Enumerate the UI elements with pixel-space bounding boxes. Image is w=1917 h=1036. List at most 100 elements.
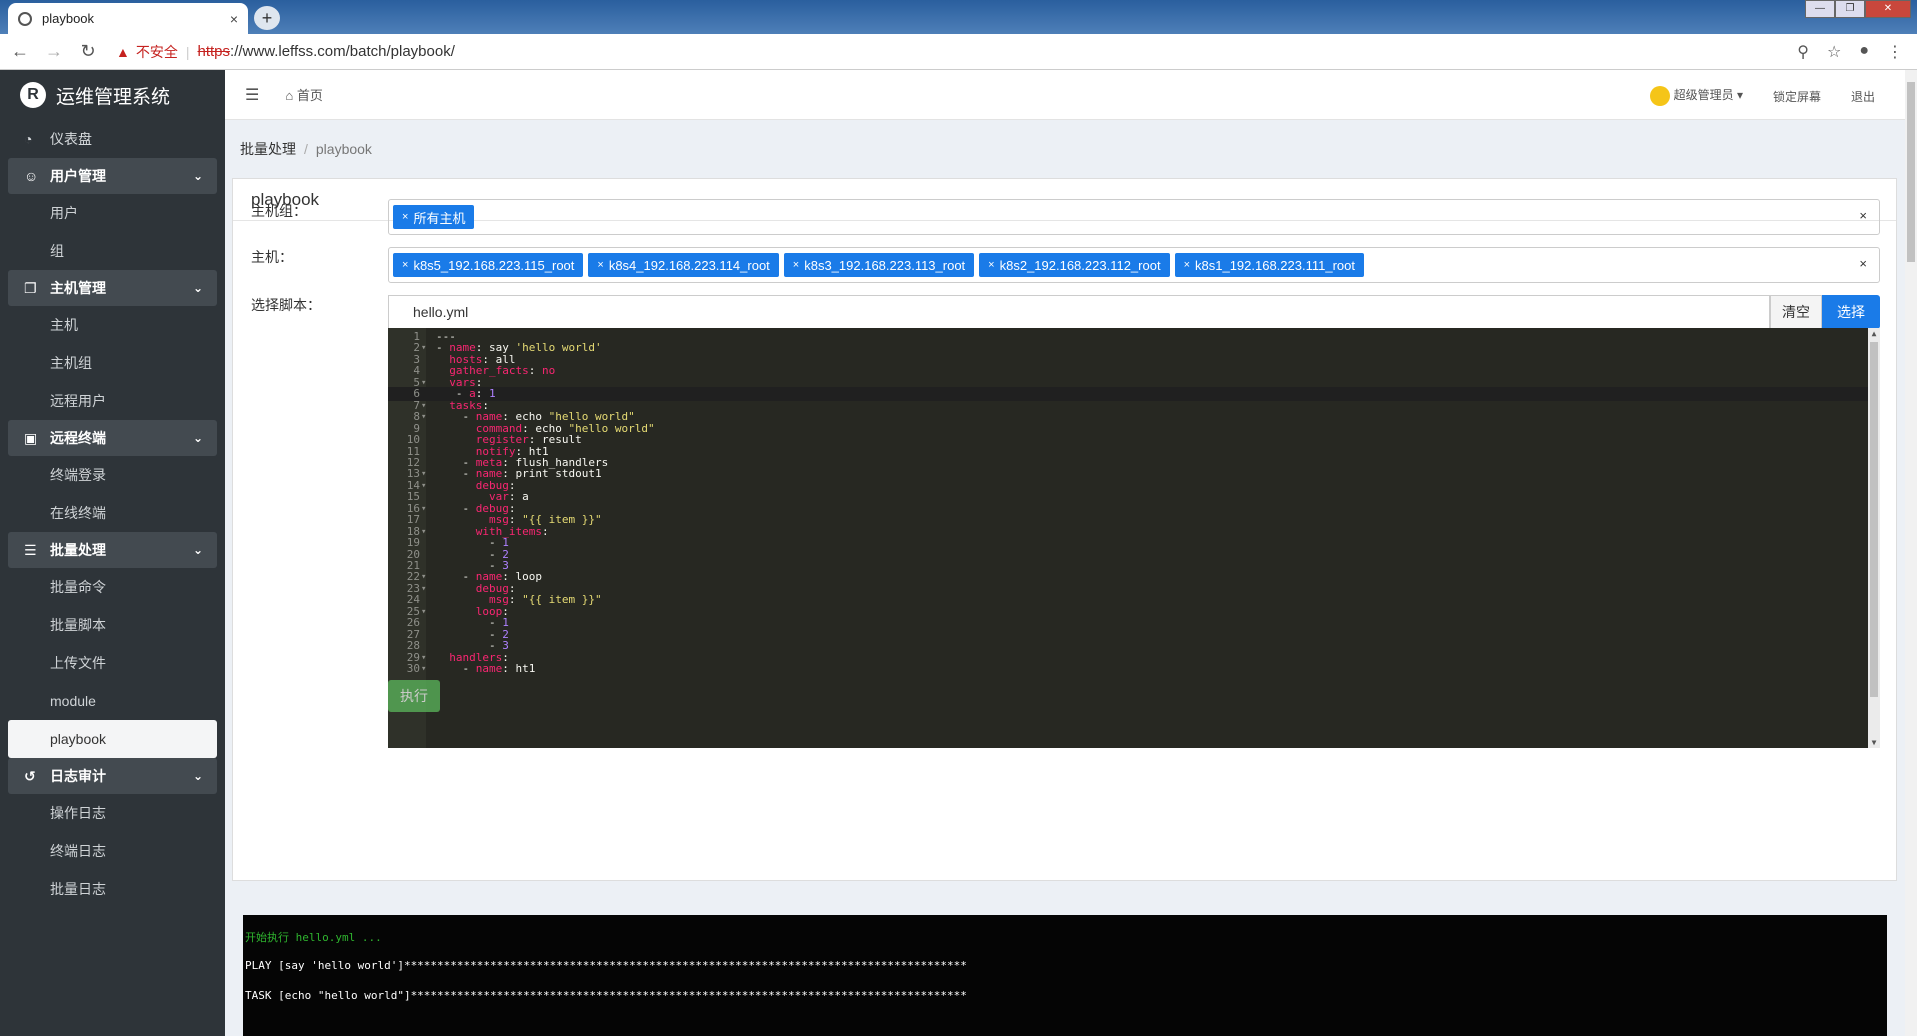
more-icon[interactable]: ⋮ bbox=[1887, 42, 1903, 62]
host-select[interactable]: × k8s5_192.168.223.115_root × k8s4_192.168.… bbox=[388, 247, 1880, 283]
sidebar-subitem-14[interactable]: 上传文件 bbox=[0, 644, 225, 682]
hostgroup-clear-icon[interactable]: × bbox=[1859, 208, 1867, 223]
host-chip[interactable]: × k8s1_192.168.223.111_root bbox=[1174, 253, 1364, 277]
copy-icon: ❐ bbox=[24, 279, 37, 296]
breadcrumb: 批量处理 / playbook bbox=[240, 139, 372, 159]
sidebar-group-17[interactable]: ↺ 日志审计 ⌄ bbox=[8, 758, 217, 794]
script-input[interactable]: hello.yml bbox=[388, 295, 1770, 329]
sidebar-group-8[interactable]: ▣ 远程终端 ⌄ bbox=[8, 420, 217, 456]
window-close-icon[interactable]: ✕ bbox=[1865, 0, 1911, 18]
back-arrow-icon[interactable]: ← bbox=[6, 41, 34, 62]
sidebar-subitem-6[interactable]: 主机组 bbox=[0, 344, 225, 382]
url-separator: | bbox=[185, 43, 190, 60]
fold-arrow-icon[interactable]: ▾ bbox=[421, 662, 426, 676]
sidebar-subitem-label: playbook bbox=[50, 731, 107, 747]
code-token: name bbox=[475, 662, 503, 676]
host-chip[interactable]: × k8s5_192.168.223.115_root bbox=[393, 253, 584, 277]
warning-icon: ▲ bbox=[116, 43, 130, 60]
forward-arrow-icon[interactable]: → bbox=[40, 41, 68, 62]
sidebar-subitem-5[interactable]: 主机 bbox=[0, 306, 225, 344]
sidebar-subitem-label: 组 bbox=[50, 243, 64, 259]
host-chip[interactable]: × k8s3_192.168.223.113_root bbox=[783, 253, 975, 277]
code-line[interactable]: 30 ▾ - name: ht1 bbox=[388, 662, 1868, 676]
chip-remove-icon[interactable]: × bbox=[988, 259, 994, 271]
sidebar-item-label: 仪表盘 bbox=[50, 131, 92, 147]
code-token: : ht1 bbox=[502, 662, 536, 676]
user-menu[interactable]: 超级管理员 ▾ bbox=[1649, 86, 1743, 106]
execute-button[interactable]: 执行 bbox=[388, 680, 440, 712]
editor-scrollbar-thumb[interactable] bbox=[1870, 342, 1878, 697]
url-path: ://www.leffss.com/batch/playbook/ bbox=[230, 43, 455, 60]
home-icon: ⌂ bbox=[285, 88, 294, 103]
chevron-down-icon: ⌄ bbox=[192, 169, 203, 183]
sidebar-subitem-3[interactable]: 组 bbox=[0, 232, 225, 270]
chip-remove-icon[interactable]: × bbox=[597, 259, 603, 271]
sidebar-subitem-9[interactable]: 终端登录 bbox=[0, 456, 225, 494]
sidebar-subitem-18[interactable]: 操作日志 bbox=[0, 794, 225, 832]
scroll-up-icon[interactable]: ▲ bbox=[1868, 329, 1880, 338]
sidebar-subitem-20[interactable]: 批量日志 bbox=[0, 870, 225, 908]
brand[interactable]: R 运维管理系统 bbox=[0, 70, 225, 120]
profile-icon[interactable]: ● bbox=[1859, 42, 1869, 62]
address-bar-actions: ⚲ ☆ ● ⋮ bbox=[1797, 42, 1903, 62]
security-warning[interactable]: ▲ 不安全 bbox=[116, 42, 178, 62]
sidebar-subitem-7[interactable]: 远程用户 bbox=[0, 382, 225, 420]
sidebar-group-label: 主机管理 bbox=[50, 280, 106, 296]
new-tab-button[interactable]: + bbox=[254, 6, 280, 30]
logo-icon: R bbox=[20, 82, 46, 108]
sidebar-subitem-2[interactable]: 用户 bbox=[0, 194, 225, 232]
page-scrollbar[interactable] bbox=[1905, 70, 1917, 1036]
sidebar-group-label: 批量处理 bbox=[50, 542, 106, 558]
playbook-panel: playbook 主机组： × 所有主机 × 主机： × k8s5_192.168.2… bbox=[232, 178, 1897, 881]
host-chip[interactable]: × k8s2_192.168.223.112_root bbox=[979, 253, 1170, 277]
sidebar-subitem-10[interactable]: 在线终端 bbox=[0, 494, 225, 532]
script-label: 选择脚本： bbox=[251, 297, 321, 313]
sidebar-subitem-15[interactable]: module bbox=[0, 682, 225, 720]
select-button[interactable]: 选择 bbox=[1822, 295, 1880, 329]
terminal-line: PLAY [say 'hello world']****************… bbox=[245, 959, 967, 972]
sidebar-subitem-label: 批量日志 bbox=[50, 881, 106, 897]
sidebar-item-0[interactable]: ◔ 仪表盘 bbox=[0, 120, 225, 158]
sidebar-group-11[interactable]: ☰ 批量处理 ⌄ bbox=[8, 532, 217, 568]
sidebar-subitem-16[interactable]: playbook bbox=[8, 720, 217, 758]
chevron-down-icon: ⌄ bbox=[192, 431, 203, 445]
host-clear-icon[interactable]: × bbox=[1859, 256, 1867, 271]
hostgroup-label: 主机组： bbox=[251, 203, 307, 219]
sidebar-group-4[interactable]: ❐ 主机管理 ⌄ bbox=[8, 270, 217, 306]
chip-remove-icon[interactable]: × bbox=[793, 259, 799, 271]
breadcrumb-separator: / bbox=[304, 141, 308, 157]
sidebar-subitem-12[interactable]: 批量命令 bbox=[0, 568, 225, 606]
logout-link[interactable]: 退出 bbox=[1851, 88, 1875, 105]
sidebar-group-1[interactable]: ☺ 用户管理 ⌄ bbox=[8, 158, 217, 194]
clear-button[interactable]: 清空 bbox=[1770, 295, 1822, 329]
url-field[interactable]: https://www.leffss.com/batch/playbook/ bbox=[198, 43, 455, 60]
host-chip[interactable]: × k8s4_192.168.223.114_root bbox=[588, 253, 779, 277]
chip-label: 所有主机 bbox=[413, 210, 466, 226]
chip-remove-icon[interactable]: × bbox=[402, 259, 408, 271]
chip-remove-icon[interactable]: × bbox=[402, 211, 408, 223]
home-link[interactable]: ⌂ 首页 bbox=[285, 85, 323, 104]
globe-icon bbox=[18, 11, 32, 26]
page-scrollbar-thumb[interactable] bbox=[1907, 82, 1915, 262]
chip-remove-icon[interactable]: × bbox=[1184, 259, 1190, 271]
minimize-icon[interactable]: — bbox=[1805, 0, 1835, 18]
sidebar-group-label: 日志审计 bbox=[50, 768, 106, 784]
breadcrumb-parent[interactable]: 批量处理 bbox=[240, 141, 296, 157]
hostgroup-select[interactable]: × 所有主机 × bbox=[388, 199, 1880, 235]
sidebar-subitem-19[interactable]: 终端日志 bbox=[0, 832, 225, 870]
sidebar-subitem-13[interactable]: 批量脚本 bbox=[0, 606, 225, 644]
editor-scrollbar[interactable]: ▲ ▼ bbox=[1868, 328, 1880, 748]
chevron-down-icon: ⌄ bbox=[192, 769, 203, 783]
restore-icon[interactable]: ❐ bbox=[1835, 0, 1865, 18]
zoom-icon[interactable]: ⚲ bbox=[1797, 42, 1809, 62]
reload-icon[interactable]: ↻ bbox=[74, 41, 102, 62]
sidebar-subitem-label: 批量脚本 bbox=[50, 617, 106, 633]
scroll-down-icon[interactable]: ▼ bbox=[1868, 738, 1880, 747]
menu-toggle-icon[interactable]: ☰ bbox=[245, 85, 259, 105]
star-icon[interactable]: ☆ bbox=[1827, 42, 1841, 62]
lock-screen-link[interactable]: 锁定屏幕 bbox=[1773, 88, 1821, 105]
browser-tab[interactable]: playbook × bbox=[8, 3, 248, 34]
host-chip[interactable]: × 所有主机 bbox=[393, 205, 475, 229]
tab-close-icon[interactable]: × bbox=[230, 11, 238, 27]
code-editor[interactable]: 1 --- 2 ▾ - name: say 'hello world' 3 hosts: … bbox=[388, 328, 1880, 748]
